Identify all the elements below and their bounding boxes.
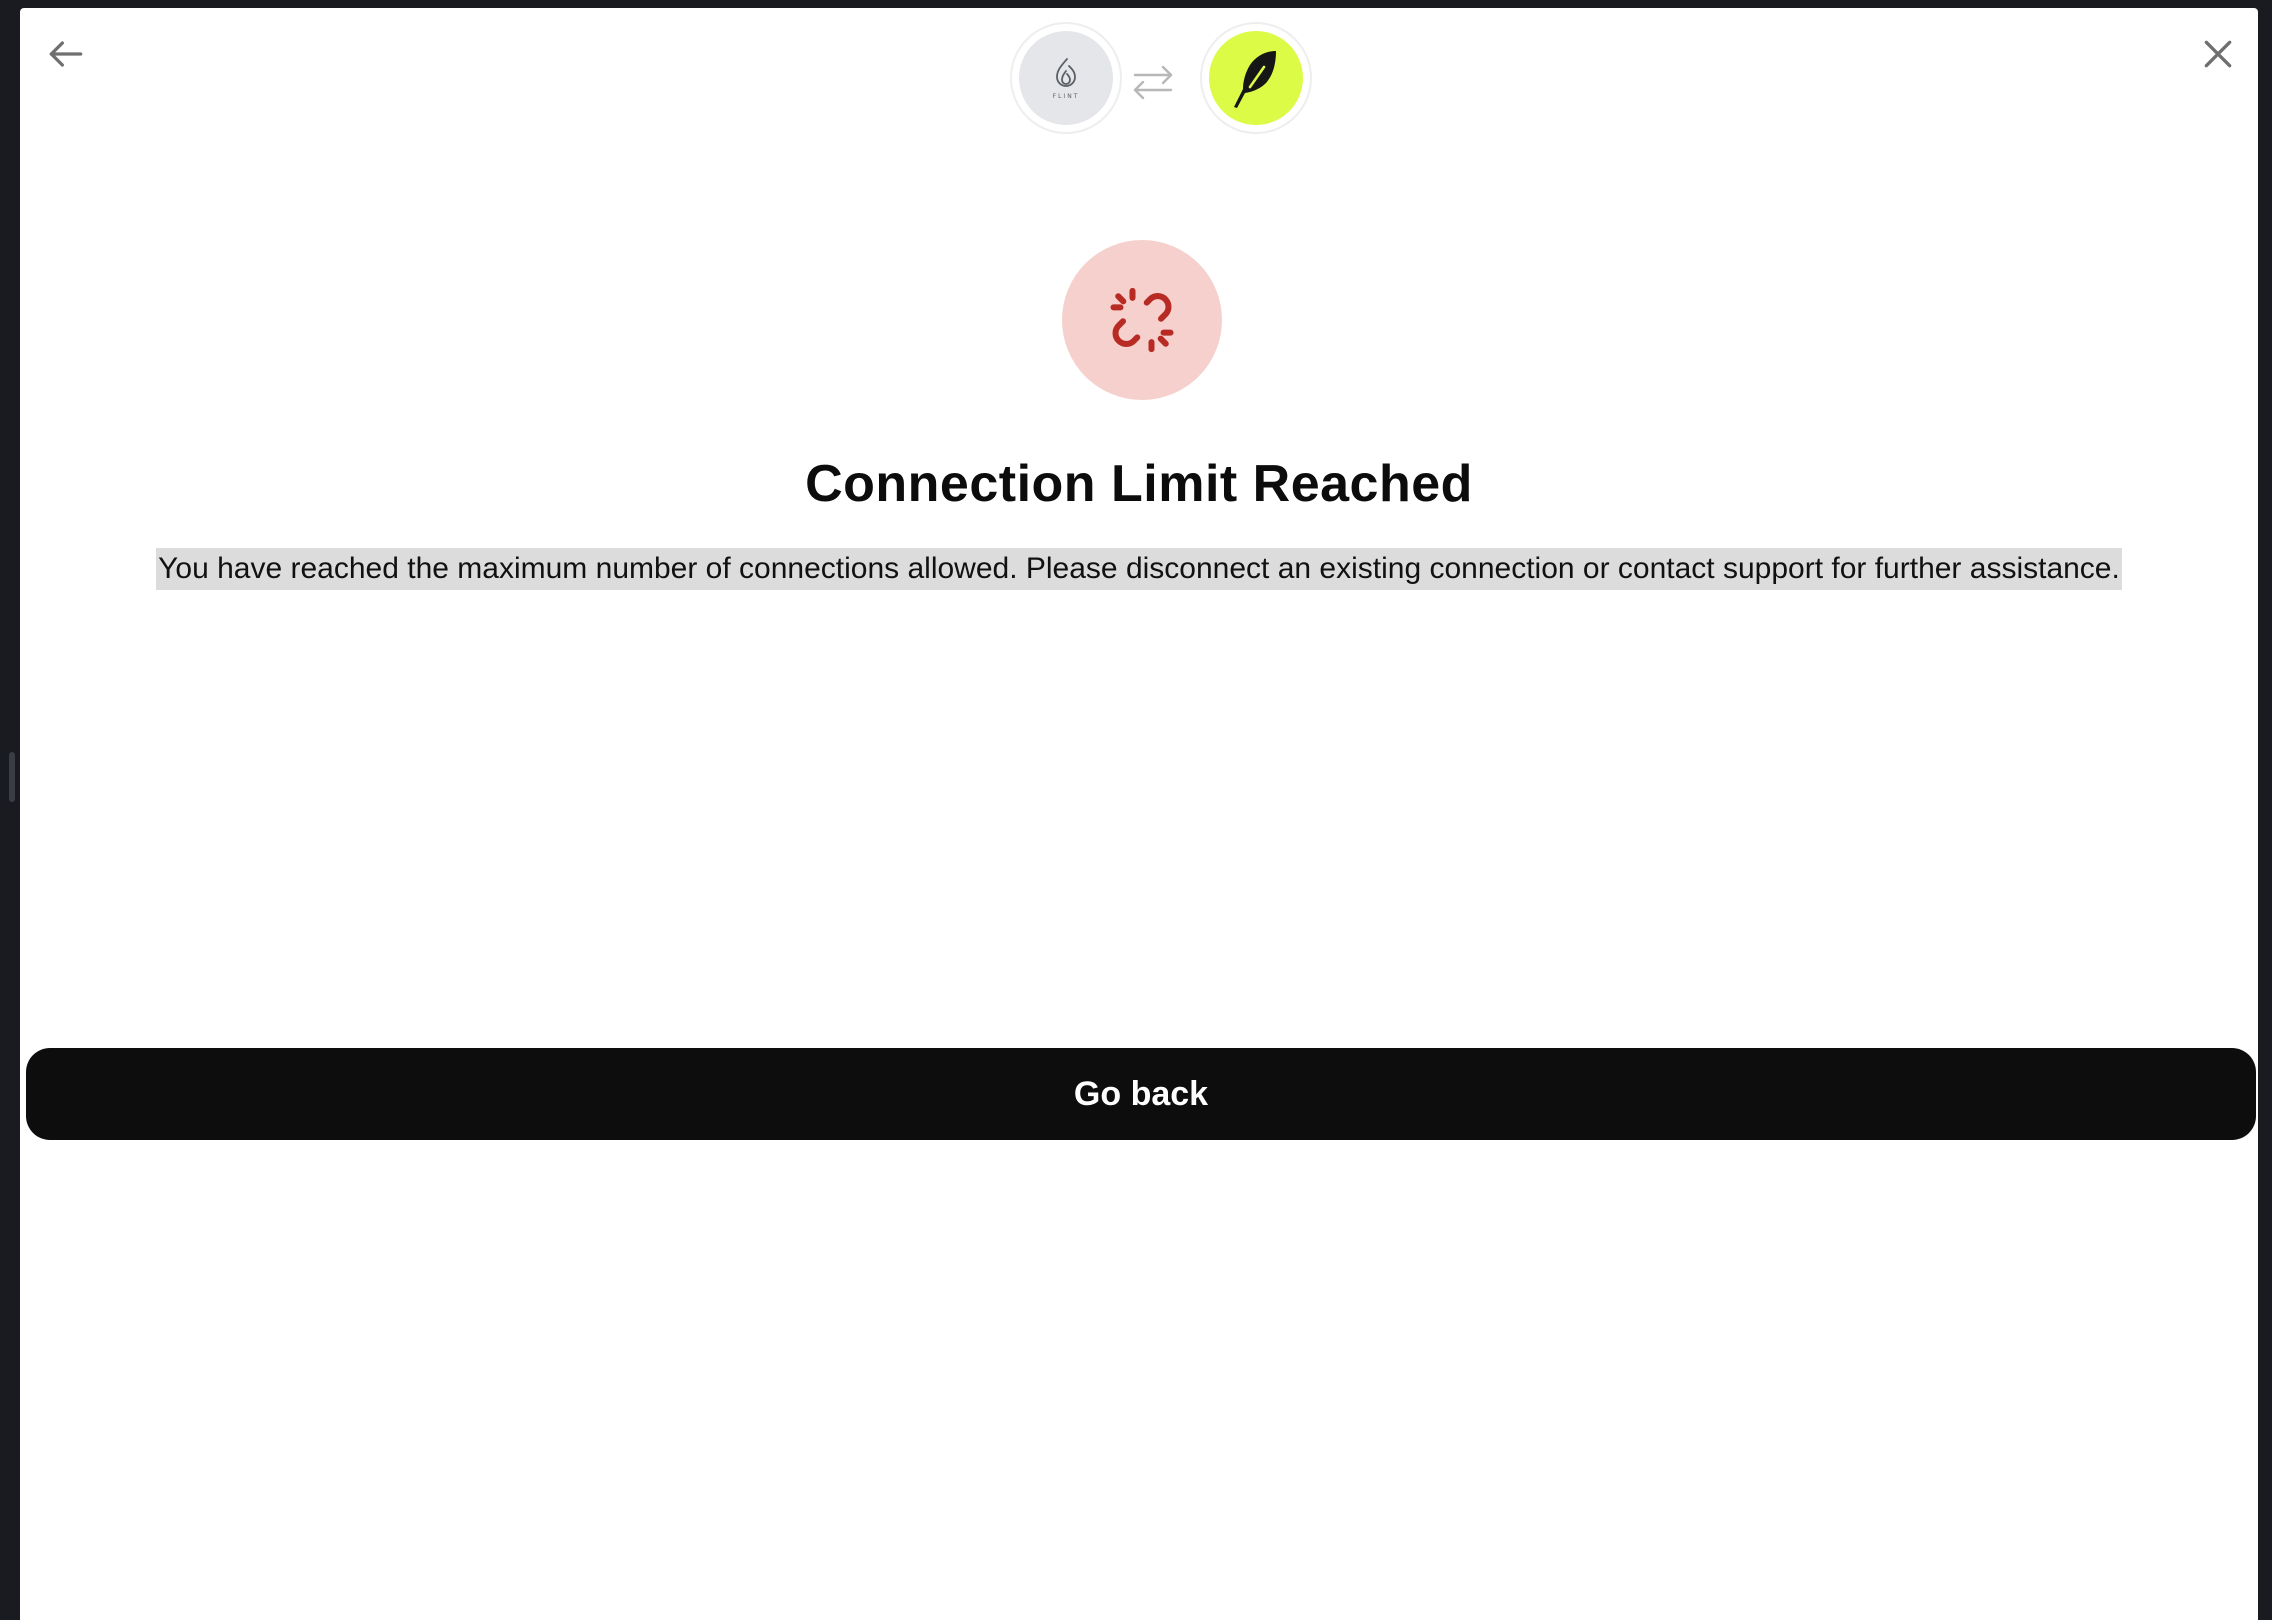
error-message: You have reached the maximum number of c… bbox=[156, 548, 2122, 590]
arrow-left-icon bbox=[49, 41, 83, 67]
back-button[interactable] bbox=[36, 24, 96, 84]
close-button[interactable] bbox=[2188, 24, 2248, 84]
go-back-button[interactable]: Go back bbox=[26, 1048, 2256, 1140]
swap-arrows-icon bbox=[1133, 65, 1173, 100]
connection-logos: FLINT bbox=[990, 16, 1316, 136]
page-title: Connection Limit Reached bbox=[805, 455, 1473, 513]
flint-wordmark: FLINT bbox=[1052, 92, 1080, 100]
robinhood-logo-badge bbox=[1200, 22, 1312, 134]
window-resize-handle[interactable] bbox=[9, 752, 15, 802]
close-icon bbox=[2204, 40, 2232, 68]
flint-logo-badge: FLINT bbox=[1010, 22, 1122, 134]
message-container: You have reached the maximum number of c… bbox=[20, 548, 2258, 590]
flint-flame-logo-icon bbox=[1056, 57, 1076, 87]
status-icon-circle bbox=[1062, 240, 1222, 400]
connection-modal: FLINT Connection Limit Reached You have … bbox=[20, 8, 2258, 1620]
broken-link-icon bbox=[1110, 287, 1174, 353]
robinhood-feather-logo-icon bbox=[1234, 51, 1276, 108]
